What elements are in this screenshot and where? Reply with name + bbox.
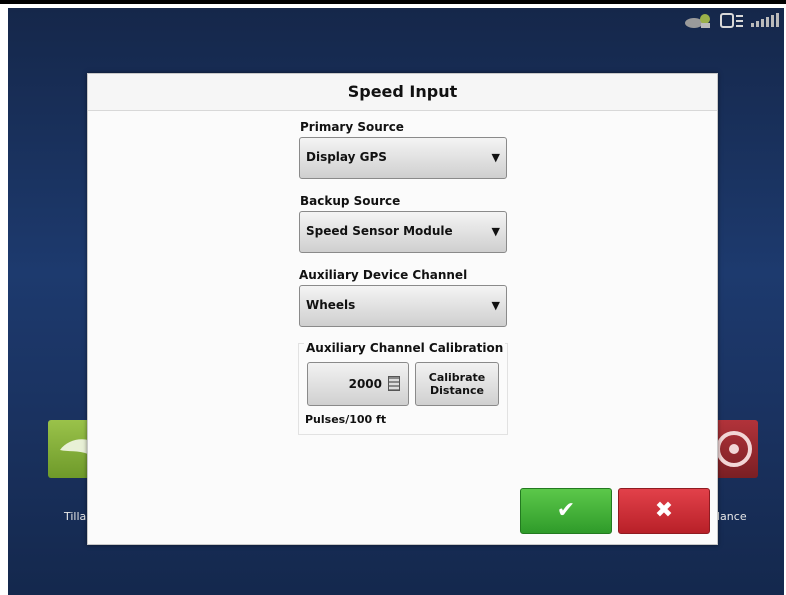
backup-source-dropdown[interactable]: Speed Sensor Module ▼: [299, 211, 507, 253]
status-bar: [684, 8, 780, 38]
primary-source-dropdown[interactable]: Display GPS ▼: [299, 137, 507, 179]
primary-source-label: Primary Source: [300, 120, 404, 134]
backup-source-value: Speed Sensor Module: [306, 224, 453, 238]
pulses-value: 2000: [348, 377, 382, 391]
pulses-units-label: Pulses/100 ft: [305, 413, 387, 426]
aux-channel-label: Auxiliary Device Channel: [299, 268, 468, 282]
display-icon[interactable]: [720, 12, 744, 34]
chevron-down-icon: ▼: [491, 225, 500, 238]
aux-channel-value: Wheels: [306, 298, 356, 312]
guidance-tile-label: lance: [717, 510, 747, 523]
calculator-icon: [388, 376, 400, 391]
chevron-down-icon: ▼: [491, 299, 500, 312]
calibration-title: Auxiliary Channel Calibration: [304, 341, 506, 355]
pulses-value-input[interactable]: 2000: [307, 362, 409, 406]
speed-input-dialog: Speed Input Primary Source Display GPS ▼…: [87, 73, 718, 545]
signal-icon[interactable]: [750, 13, 780, 33]
calibrate-distance-button[interactable]: Calibrate Distance: [415, 362, 499, 406]
checkmark-icon: ✔: [556, 498, 576, 523]
primary-source-value: Display GPS: [306, 150, 387, 164]
cancel-button[interactable]: ✖: [618, 488, 710, 534]
gps-icon[interactable]: [684, 12, 714, 34]
ok-button[interactable]: ✔: [520, 488, 612, 534]
top-border: [0, 0, 786, 4]
aux-channel-dropdown[interactable]: Wheels ▼: [299, 285, 507, 327]
close-icon: ✖: [654, 498, 674, 523]
backup-source-label: Backup Source: [300, 194, 401, 208]
chevron-down-icon: ▼: [491, 151, 500, 164]
dialog-title: Speed Input: [88, 74, 717, 111]
tillage-tile-label: Tilla: [64, 510, 87, 523]
